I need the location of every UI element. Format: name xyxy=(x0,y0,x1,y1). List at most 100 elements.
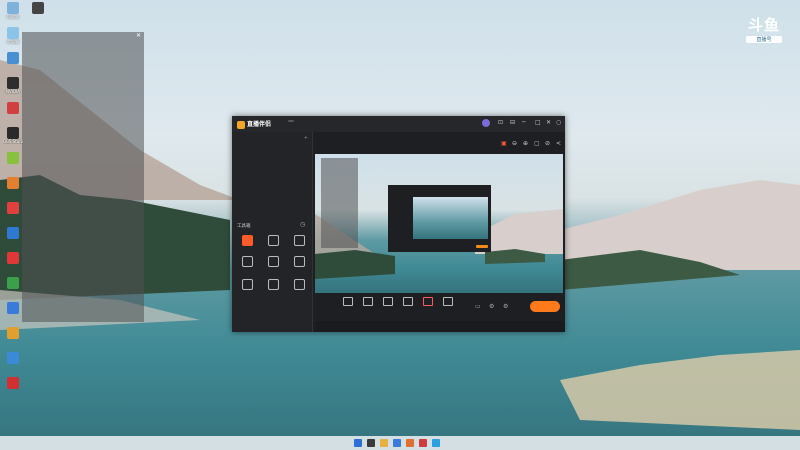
desktop-icon-label: 回收站 xyxy=(7,14,19,19)
header-icon[interactable]: ⊕ xyxy=(523,140,528,147)
app-icon xyxy=(7,177,19,189)
avatar[interactable] xyxy=(482,119,490,129)
desktop-icon[interactable]: 回收站 xyxy=(3,2,23,26)
app-icon xyxy=(7,377,19,389)
live-preview[interactable] xyxy=(315,154,563,293)
nested-window xyxy=(388,185,491,252)
tool-button[interactable] xyxy=(264,279,282,291)
toolbar-button[interactable] xyxy=(397,297,419,307)
desktop-icon-label: OBS Studio xyxy=(3,139,23,144)
toolbar-button[interactable] xyxy=(377,297,399,307)
desktop-icon-top[interactable] xyxy=(28,2,48,26)
close-button[interactable]: ○ xyxy=(556,119,561,126)
app-icon xyxy=(7,202,19,214)
desktop-icon[interactable] xyxy=(3,227,23,251)
desktop-icon[interactable] xyxy=(3,52,23,76)
logo-icon xyxy=(237,120,245,129)
nested-preview xyxy=(413,197,488,239)
app-window[interactable]: 直播伴侣 ⊡ ⊟ ─ □ ✕ ○ + 工具箱 ◷ ▣ ⊖ ⊕ ▢ ⊘ < ▭ ⚙… xyxy=(232,116,565,332)
toolbar-button[interactable] xyxy=(437,297,459,307)
taskbar-app-icon[interactable] xyxy=(367,439,375,447)
toolbar-icon xyxy=(383,297,393,306)
taskbar-app-icon[interactable] xyxy=(406,439,414,447)
share-icon[interactable]: < xyxy=(556,140,561,147)
desktop-icon[interactable] xyxy=(3,152,23,176)
desktop-icon-label: NVIDIA xyxy=(6,89,20,94)
toolbar-icon xyxy=(423,297,433,306)
add-icon[interactable]: + xyxy=(304,136,308,141)
desktop-icon[interactable] xyxy=(3,102,23,126)
header-icon[interactable]: ⊖ xyxy=(512,140,517,147)
desktop-icon[interactable] xyxy=(3,202,23,226)
app-icon xyxy=(7,302,19,314)
tool-icon xyxy=(293,256,305,267)
desktop-icon[interactable] xyxy=(3,352,23,376)
tool-icon xyxy=(241,256,253,267)
toolbar-icon xyxy=(363,297,373,306)
tool-button[interactable] xyxy=(238,279,256,291)
settings-icon[interactable]: ◷ xyxy=(300,221,305,228)
desktop-icon[interactable] xyxy=(3,177,23,201)
app-logo: 直播伴侣 xyxy=(237,119,271,129)
desktop-icon[interactable] xyxy=(3,277,23,301)
app-icon xyxy=(7,77,19,89)
desktop-icon[interactable] xyxy=(3,327,23,351)
gear-icon[interactable]: ⚙ xyxy=(489,303,494,310)
desktop-icons: 回收站此电脑 NVIDIA OBS Studio xyxy=(0,0,26,436)
preview-ghost-window xyxy=(321,158,358,248)
tool-button[interactable] xyxy=(264,235,282,247)
camera-icon[interactable]: ▭ xyxy=(475,303,481,310)
tools-title: 工具箱 xyxy=(237,224,251,229)
window-control[interactable]: ⊡ xyxy=(498,119,503,126)
desktop-icon[interactable] xyxy=(3,377,23,401)
tool-button[interactable] xyxy=(238,256,256,268)
toolbar-icon xyxy=(443,297,453,306)
app-icon xyxy=(7,127,19,139)
title-bar[interactable]: 直播伴侣 ⊡ ⊟ ─ □ ✕ ○ xyxy=(232,116,565,132)
window-control[interactable]: ⊟ xyxy=(510,119,515,126)
tool-button[interactable] xyxy=(290,235,308,247)
maximize-button[interactable]: ✕ xyxy=(546,119,551,126)
app-icon xyxy=(7,327,19,339)
tool-button[interactable] xyxy=(290,256,308,268)
desktop-icon[interactable]: OBS Studio xyxy=(3,127,23,151)
toolbar-button[interactable] xyxy=(357,297,379,307)
header-icon[interactable]: ▣ xyxy=(501,140,507,147)
app-icon xyxy=(7,352,19,364)
desktop-icon[interactable] xyxy=(3,252,23,276)
taskbar-app-icon[interactable] xyxy=(393,439,401,447)
app-icon xyxy=(7,252,19,264)
taskbar-app-icon[interactable] xyxy=(419,439,427,447)
toolbar-icon xyxy=(403,297,413,306)
taskbar-app-icon[interactable] xyxy=(380,439,388,447)
tool-icon xyxy=(293,235,305,246)
version-badge[interactable] xyxy=(288,120,294,122)
toolbar-button[interactable] xyxy=(337,297,359,307)
tool-button[interactable] xyxy=(238,235,256,247)
tool-icon xyxy=(267,256,279,267)
taskbar-app-icon[interactable] xyxy=(432,439,440,447)
app-icon xyxy=(7,227,19,239)
toolbar-button[interactable] xyxy=(417,297,439,307)
ghost-window[interactable]: ✕ xyxy=(22,32,144,322)
desktop-icon[interactable]: 此电脑 xyxy=(3,27,23,51)
window-control[interactable]: ─ xyxy=(522,119,526,126)
taskbar xyxy=(0,436,800,450)
app-icon xyxy=(7,52,19,64)
app-icon xyxy=(7,277,19,289)
tool-icon xyxy=(241,279,253,290)
desktop-icon[interactable]: NVIDIA xyxy=(3,77,23,101)
taskbar-app-icon[interactable] xyxy=(354,439,362,447)
nested-live-button xyxy=(476,245,488,248)
header-icon[interactable]: ⊘ xyxy=(545,140,550,147)
start-live-button[interactable] xyxy=(530,301,560,312)
tool-button[interactable] xyxy=(290,279,308,291)
header-icon[interactable]: ▢ xyxy=(534,140,540,147)
desktop-icon[interactable] xyxy=(3,302,23,326)
app-icon xyxy=(32,2,44,14)
minimize-button[interactable]: □ xyxy=(535,119,541,126)
close-icon[interactable]: ✕ xyxy=(136,32,141,39)
tool-button[interactable] xyxy=(264,256,282,268)
sidebar: + 工具箱 ◷ xyxy=(232,132,313,332)
settings-icon[interactable]: ⚙ xyxy=(503,303,508,310)
